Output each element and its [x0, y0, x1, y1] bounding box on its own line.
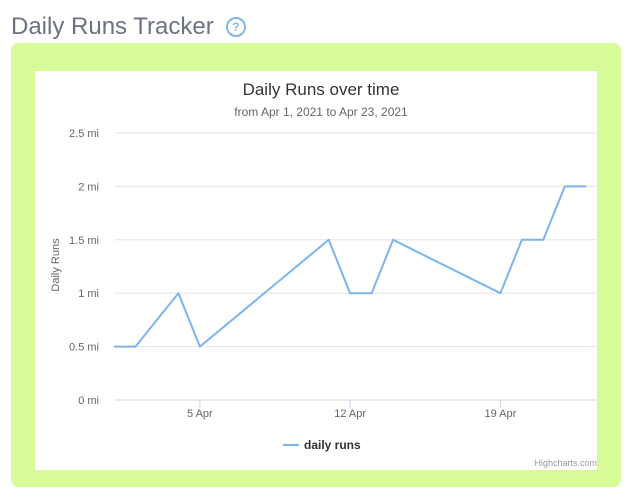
legend-item-label[interactable]: daily runs [304, 438, 361, 452]
daily-runs-chart: Daily Runs over time from Apr 1, 2021 to… [50, 80, 597, 468]
chart-panel: Daily Runs over time from Apr 1, 2021 to… [11, 43, 621, 487]
data-point[interactable] [129, 341, 141, 353]
question-circle-icon[interactable]: ? [225, 17, 246, 37]
grid-lines [114, 132, 597, 401]
data-point[interactable] [387, 234, 399, 246]
credits-link[interactable]: Highcharts.com [534, 458, 597, 468]
series-layer [108, 180, 592, 353]
data-point[interactable] [366, 287, 378, 299]
y-axis-ticks: 0 mi 0.5 mi 1 mi 1.5 mi 2 mi 2.5 mi [69, 128, 99, 407]
y-tick-label: 1.5 mi [69, 235, 99, 247]
chart-subtitle: from Apr 1, 2021 to Apr 23, 2021 [234, 105, 408, 119]
x-tick-label: 19 Apr [484, 408, 516, 420]
data-point[interactable] [194, 341, 206, 353]
y-tick-label: 2 mi [78, 181, 99, 193]
data-point[interactable] [516, 234, 528, 246]
data-point[interactable] [323, 234, 335, 246]
page-header: Daily Runs Tracker ? [11, 11, 246, 43]
y-tick-label: 2.5 mi [69, 128, 99, 140]
page-title: Daily Runs Tracker [11, 13, 214, 40]
chart-title: Daily Runs over time [243, 80, 400, 99]
data-point[interactable] [494, 287, 506, 299]
chart-container: Daily Runs over time from Apr 1, 2021 to… [35, 71, 597, 470]
y-axis-label: Daily Runs [50, 238, 62, 292]
data-point[interactable] [344, 287, 356, 299]
data-point[interactable] [580, 180, 592, 192]
series-line-daily-runs[interactable] [114, 185, 587, 348]
data-point[interactable] [151, 314, 163, 326]
x-tick-label: 12 Apr [334, 408, 366, 420]
legend[interactable]: daily runs [283, 438, 361, 452]
data-point[interactable] [559, 180, 571, 192]
data-point[interactable] [537, 234, 549, 246]
data-point[interactable] [108, 341, 120, 353]
y-tick-label: 0 mi [78, 395, 99, 407]
y-tick-label: 1 mi [78, 288, 99, 300]
x-axis-ticks: 5 Apr 12 Apr 19 Apr [187, 400, 517, 420]
x-tick-label: 5 Apr [187, 408, 213, 420]
data-point[interactable] [172, 287, 184, 299]
y-tick-label: 0.5 mi [69, 342, 99, 354]
